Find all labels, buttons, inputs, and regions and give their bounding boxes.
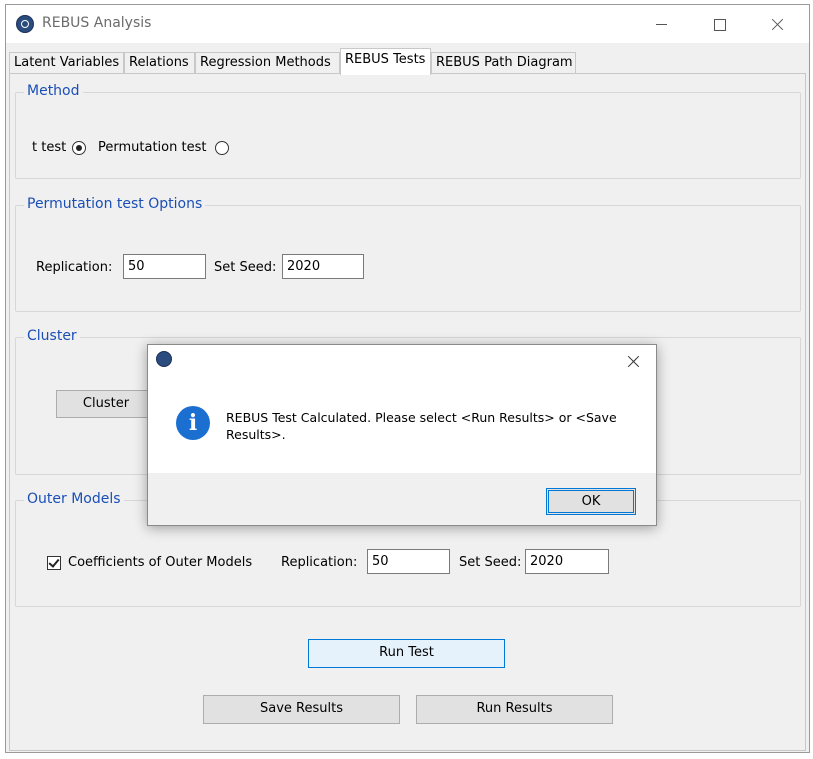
- method-group-title: Method: [24, 83, 83, 99]
- permutation-test-radio[interactable]: [215, 141, 229, 155]
- replication-input[interactable]: [123, 254, 206, 279]
- set-seed-input[interactable]: [282, 254, 364, 279]
- tab-rebus-path-diagram[interactable]: REBUS Path Diagram: [431, 52, 576, 74]
- info-dialog: i REBUS Test Calculated. Please select <…: [147, 344, 657, 526]
- close-button[interactable]: [748, 5, 806, 43]
- dialog-message: REBUS Test Calculated. Please select <Ru…: [226, 410, 617, 442]
- outer-replication-label: Replication:: [281, 555, 358, 570]
- title-bar: REBUS Analysis: [6, 5, 809, 43]
- run-results-button[interactable]: Run Results: [416, 695, 613, 724]
- replication-label: Replication:: [36, 260, 113, 275]
- tab-latent-variables[interactable]: Latent Variables: [9, 52, 124, 74]
- save-results-button[interactable]: Save Results: [203, 695, 400, 724]
- cluster-group-title: Cluster: [24, 328, 80, 344]
- outer-set-seed-label: Set Seed:: [459, 555, 522, 570]
- tab-regression-methods[interactable]: Regression Methods: [195, 52, 340, 74]
- dialog-ok-button[interactable]: OK: [546, 488, 636, 515]
- method-group: Method t test Permutation test: [15, 83, 801, 179]
- dialog-close-button[interactable]: [624, 351, 644, 371]
- minimize-button[interactable]: [632, 5, 690, 43]
- dialog-footer: OK: [148, 473, 656, 525]
- outer-models-title: Outer Models: [24, 491, 124, 507]
- info-icon: i: [176, 406, 210, 440]
- run-test-button[interactable]: Run Test: [308, 639, 505, 668]
- maximize-button[interactable]: [690, 5, 748, 43]
- permutation-options-group: Permutation test Options Replication: Se…: [15, 196, 801, 312]
- app-logo-icon: [16, 15, 34, 33]
- outer-set-seed-input[interactable]: [525, 549, 609, 574]
- coefficients-outer-models-label: Coefficients of Outer Models: [68, 555, 253, 570]
- dialog-app-icon: [156, 351, 172, 367]
- ttest-radio[interactable]: [72, 141, 86, 155]
- cluster-button[interactable]: Cluster: [56, 390, 156, 418]
- window-title: REBUS Analysis: [42, 15, 152, 31]
- permutation-options-title: Permutation test Options: [24, 196, 206, 212]
- ttest-label: t test: [32, 140, 67, 155]
- outer-replication-input[interactable]: [367, 549, 450, 574]
- tab-rebus-tests[interactable]: REBUS Tests: [340, 48, 431, 75]
- coefficients-outer-models-checkbox[interactable]: [47, 556, 61, 570]
- set-seed-label: Set Seed:: [214, 260, 277, 275]
- permutation-test-label: Permutation test: [98, 140, 207, 155]
- tab-relations[interactable]: Relations: [124, 52, 195, 74]
